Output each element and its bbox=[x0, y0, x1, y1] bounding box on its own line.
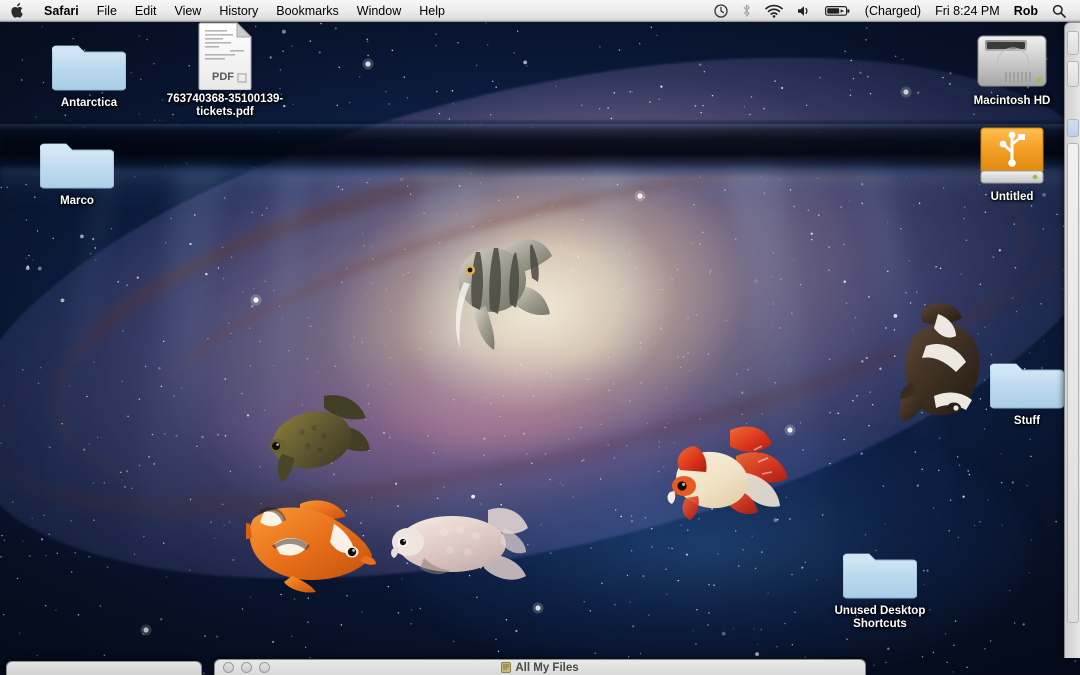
menu-bar-clock[interactable]: Fri 8:24 PM bbox=[928, 4, 1007, 18]
pdf-document-icon: PDF bbox=[163, 26, 287, 90]
finder-window-title: All My Files bbox=[515, 662, 578, 674]
desktop-screen: Antarctica PDF 763740368-35100139-ti bbox=[0, 0, 1080, 675]
desktop-icon-unused-desktop-shortcuts[interactable]: Unused Desktop Shortcuts bbox=[824, 538, 936, 631]
pdf-badge-text: PDF bbox=[212, 71, 234, 83]
battery-icon[interactable] bbox=[818, 0, 858, 21]
background-window-right[interactable] bbox=[1064, 22, 1080, 658]
menu-app-name[interactable]: Safari bbox=[35, 0, 88, 21]
menu-item-edit[interactable]: Edit bbox=[126, 0, 166, 21]
folder-icon bbox=[824, 538, 936, 602]
menu-bar-left: Safari File Edit View History Bookmarks … bbox=[0, 0, 454, 21]
battery-status-label: (Charged) bbox=[858, 4, 928, 18]
desktop-icon-marco[interactable]: Marco bbox=[22, 128, 132, 208]
fish-pink-gourami bbox=[390, 500, 530, 586]
desktop-icon-label: Macintosh HD bbox=[957, 95, 1067, 108]
menu-item-bookmarks[interactable]: Bookmarks bbox=[267, 0, 348, 21]
spotlight-search-icon[interactable] bbox=[1045, 0, 1073, 21]
menu-item-view[interactable]: View bbox=[165, 0, 210, 21]
window-panel-segment bbox=[1067, 31, 1079, 55]
menu-bar-user[interactable]: Rob bbox=[1007, 4, 1045, 18]
fish-fantail-goldfish bbox=[666, 422, 792, 538]
menu-item-history[interactable]: History bbox=[210, 0, 267, 21]
desktop-icon-pdf-tickets[interactable]: PDF 763740368-35100139-tickets.pdf bbox=[163, 26, 287, 119]
usb-drive-icon bbox=[957, 124, 1067, 188]
menu-item-window[interactable]: Window bbox=[348, 0, 410, 21]
background-window-left[interactable] bbox=[6, 661, 202, 675]
menu-item-help[interactable]: Help bbox=[410, 0, 454, 21]
desktop-icon-label: Unused Desktop Shortcuts bbox=[824, 605, 936, 631]
fish-angelfish bbox=[440, 222, 560, 362]
menu-bar-status-area: (Charged) Fri 8:24 PM Rob bbox=[707, 0, 1080, 21]
wifi-icon[interactable] bbox=[758, 0, 790, 21]
desktop-icon-label: Antarctica bbox=[34, 97, 144, 110]
hard-drive-icon bbox=[957, 28, 1067, 92]
volume-icon[interactable] bbox=[790, 0, 818, 21]
window-panel-segment bbox=[1067, 61, 1079, 87]
menu-item-file[interactable]: File bbox=[88, 0, 126, 21]
desktop-icon-label: Marco bbox=[22, 195, 132, 208]
desktop-icon-antarctica[interactable]: Antarctica bbox=[34, 30, 144, 110]
desktop-icon-label: Untitled bbox=[957, 191, 1067, 204]
finder-window-all-my-files[interactable]: All My Files bbox=[214, 659, 866, 675]
window-panel-body bbox=[1067, 143, 1079, 623]
window-panel-selected bbox=[1067, 119, 1079, 137]
time-machine-icon[interactable] bbox=[707, 0, 735, 21]
desktop-icon-label: 763740368-35100139-tickets.pdf bbox=[163, 93, 287, 119]
finder-window-title-bar: All My Files bbox=[215, 662, 865, 674]
fish-orange-clownfish bbox=[246, 494, 386, 594]
desktop-icon-macintosh-hd[interactable]: Macintosh HD bbox=[957, 28, 1067, 108]
bluetooth-icon[interactable] bbox=[735, 0, 758, 21]
menu-bar: Safari File Edit View History Bookmarks … bbox=[0, 0, 1080, 22]
fish-olive-goldfish bbox=[262, 392, 372, 488]
apple-logo-icon[interactable] bbox=[0, 0, 35, 21]
folder-icon bbox=[22, 128, 132, 192]
all-my-files-icon bbox=[501, 662, 511, 673]
folder-icon bbox=[34, 30, 144, 94]
desktop-icon-untitled-usb[interactable]: Untitled bbox=[957, 124, 1067, 204]
